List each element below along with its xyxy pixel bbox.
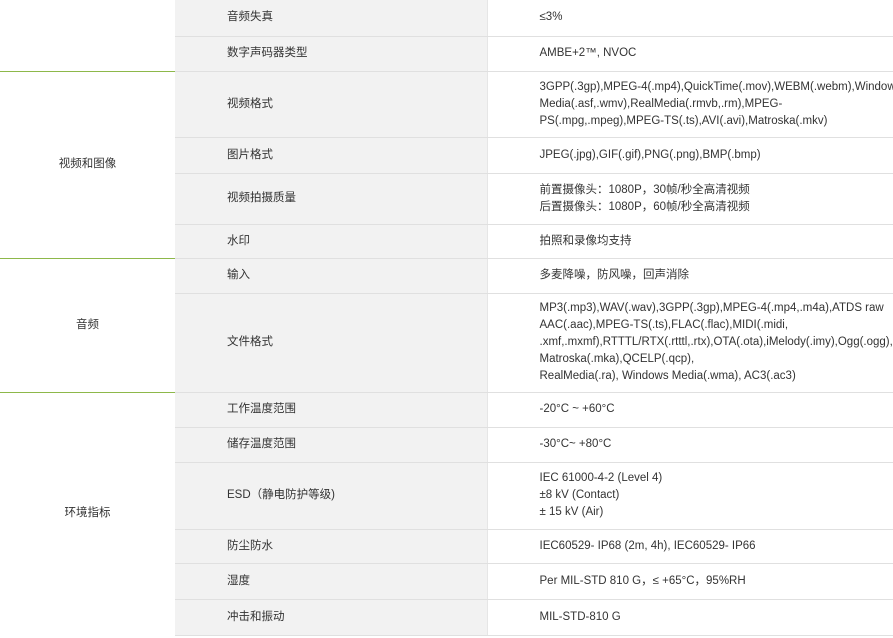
spec-value: Per MIL-STD 810 G，≤ +65°C，95%RH [487,563,893,600]
spec-value-line: MP3(.mp3),WAV(.wav),3GPP(.3gp),MPEG-4(.m… [539,302,884,314]
spec-row: 音频失真 ≤3% [0,0,893,71]
spec-value: -30°C~ +80°C [487,427,893,463]
spec-value-line: JPEG(.jpg),GIF(.gif),PNG(.png),BMP(.bmp) [539,148,761,161]
spec-row: 视频和图像 视频格式 3GPP(.3gp),MPEG-4(.mp4),QuickTi… [0,70,893,258]
spec-value: 多麦降噪，防风噪，回声消除 [487,257,893,294]
category-cell: 环境指标 [0,391,175,635]
spec-value-line: .xmf,.mxmf),RTTTL/RTX(.rtttl,.rtx),OTA(.… [539,336,893,348]
category-cell [0,0,175,71]
spec-value-line: Per MIL-STD 810 G，≤ +65°C，95%RH [539,574,746,587]
spec-value-line: IEC60529- IP68 (2m, 4h), IEC60529- IP66 [539,539,756,552]
specs-table-body: 音频失真 ≤3% 数字声码器类型 AMBE+2™, NVOC 视频和图像 视频格式 3GPP… [0,0,893,636]
spec-value-line: 前置摄像头：1080P，30帧/秒全高清视频 [539,183,750,196]
spec-row: 环境指标 工作温度范围 -20°C ~ +60°C [0,391,893,635]
spec-value-line: 3GPP(.3gp),MPEG-4(.mp4),QuickTime(.mov),… [539,80,893,93]
spec-label: 输入 [175,257,488,294]
spec-label: 防尘防水 [175,529,488,564]
spec-value: -20°C ~ +60°C [487,391,893,428]
spec-value-line: -30°C~ +80°C [539,438,612,450]
spec-label: 工作温度范围 [175,391,488,428]
spec-value-line: AAC(.aac),MPEG-TS(.ts),FLAC(.flac),MIDI(… [539,319,789,331]
spec-value: AMBE+2™, NVOC [487,36,893,72]
spec-value-line: ± 15 kV (Air) [539,506,604,518]
spec-value-line: 后置摄像头：1080P，60帧/秒全高清视频 [539,200,750,213]
spec-value: MIL-STD-810 G [487,599,893,636]
spec-label: 储存温度范围 [175,427,488,463]
spec-label: 文件格式 [175,293,488,393]
spec-label: 冲击和振动 [175,599,488,636]
spec-value-line: Matroska(.mka),QCELP(.qcp), [539,353,695,365]
spec-label: 音频失真 [175,0,488,37]
spec-label: 视频格式 [175,70,488,138]
specs-table: 音频失真 ≤3% 数字声码器类型 AMBE+2™, NVOC 视频和图像 视频格式 3GPP… [0,0,893,636]
spec-value-line: RealMedia(.ra), Windows Media(.wma), AC3… [539,370,796,382]
spec-value-line: IEC 61000-4-2 (Level 4) [539,472,663,484]
spec-value-line: AMBE+2™, NVOC [539,47,637,59]
spec-value: 拍照和录像均支持 [487,224,893,259]
spec-label: 数字声码器类型 [175,36,488,72]
spec-value-line: ≤3% [539,11,563,24]
spec-value-line: MIL-STD-810 G [539,610,621,623]
category-cell: 音频 [0,257,175,392]
spec-label: ESD（静电防护等级) [175,462,488,530]
spec-value: IEC60529- IP68 (2m, 4h), IEC60529- IP66 [487,529,893,564]
spec-value-line: -20°C ~ +60°C [539,403,615,415]
spec-value: IEC 61000-4-2 (Level 4) ±8 kV (Contact) ± … [487,462,893,530]
spec-value-line: ±8 kV (Contact) [539,489,620,501]
spec-label: 湿度 [175,563,488,600]
spec-value: JPEG(.jpg),GIF(.gif),PNG(.png),BMP(.bmp) [487,137,893,174]
spec-value: ≤3% [487,0,893,37]
spec-label: 水印 [175,224,488,259]
spec-value-line: 拍照和录像均支持 [539,234,632,247]
category-cell: 视频和图像 [0,70,175,258]
spec-value: 前置摄像头：1080P，30帧/秒全高清视频 后置摄像头：1080P，60帧/秒全… [487,173,893,225]
spec-value: MP3(.mp3),WAV(.wav),3GPP(.3gp),MPEG-4(.m… [487,293,893,393]
spec-value-line: 多麦降噪，防风噪，回声消除 [539,269,690,281]
spec-label: 视频拍摄质量 [175,173,488,225]
spec-value: 3GPP(.3gp),MPEG-4(.mp4),QuickTime(.mov),… [487,70,893,138]
spec-row: 音频 输入 多麦降噪，防风噪，回声消除 [0,257,893,392]
spec-value-line: PS(.mpg,.mpeg),MPEG-TS(.ts),AVI(.avi),Ma… [539,114,828,127]
spec-label: 图片格式 [175,137,488,174]
spec-value-line: Media(.asf,.wmv),RealMedia(.rmvb,.rm),MP… [539,97,783,110]
